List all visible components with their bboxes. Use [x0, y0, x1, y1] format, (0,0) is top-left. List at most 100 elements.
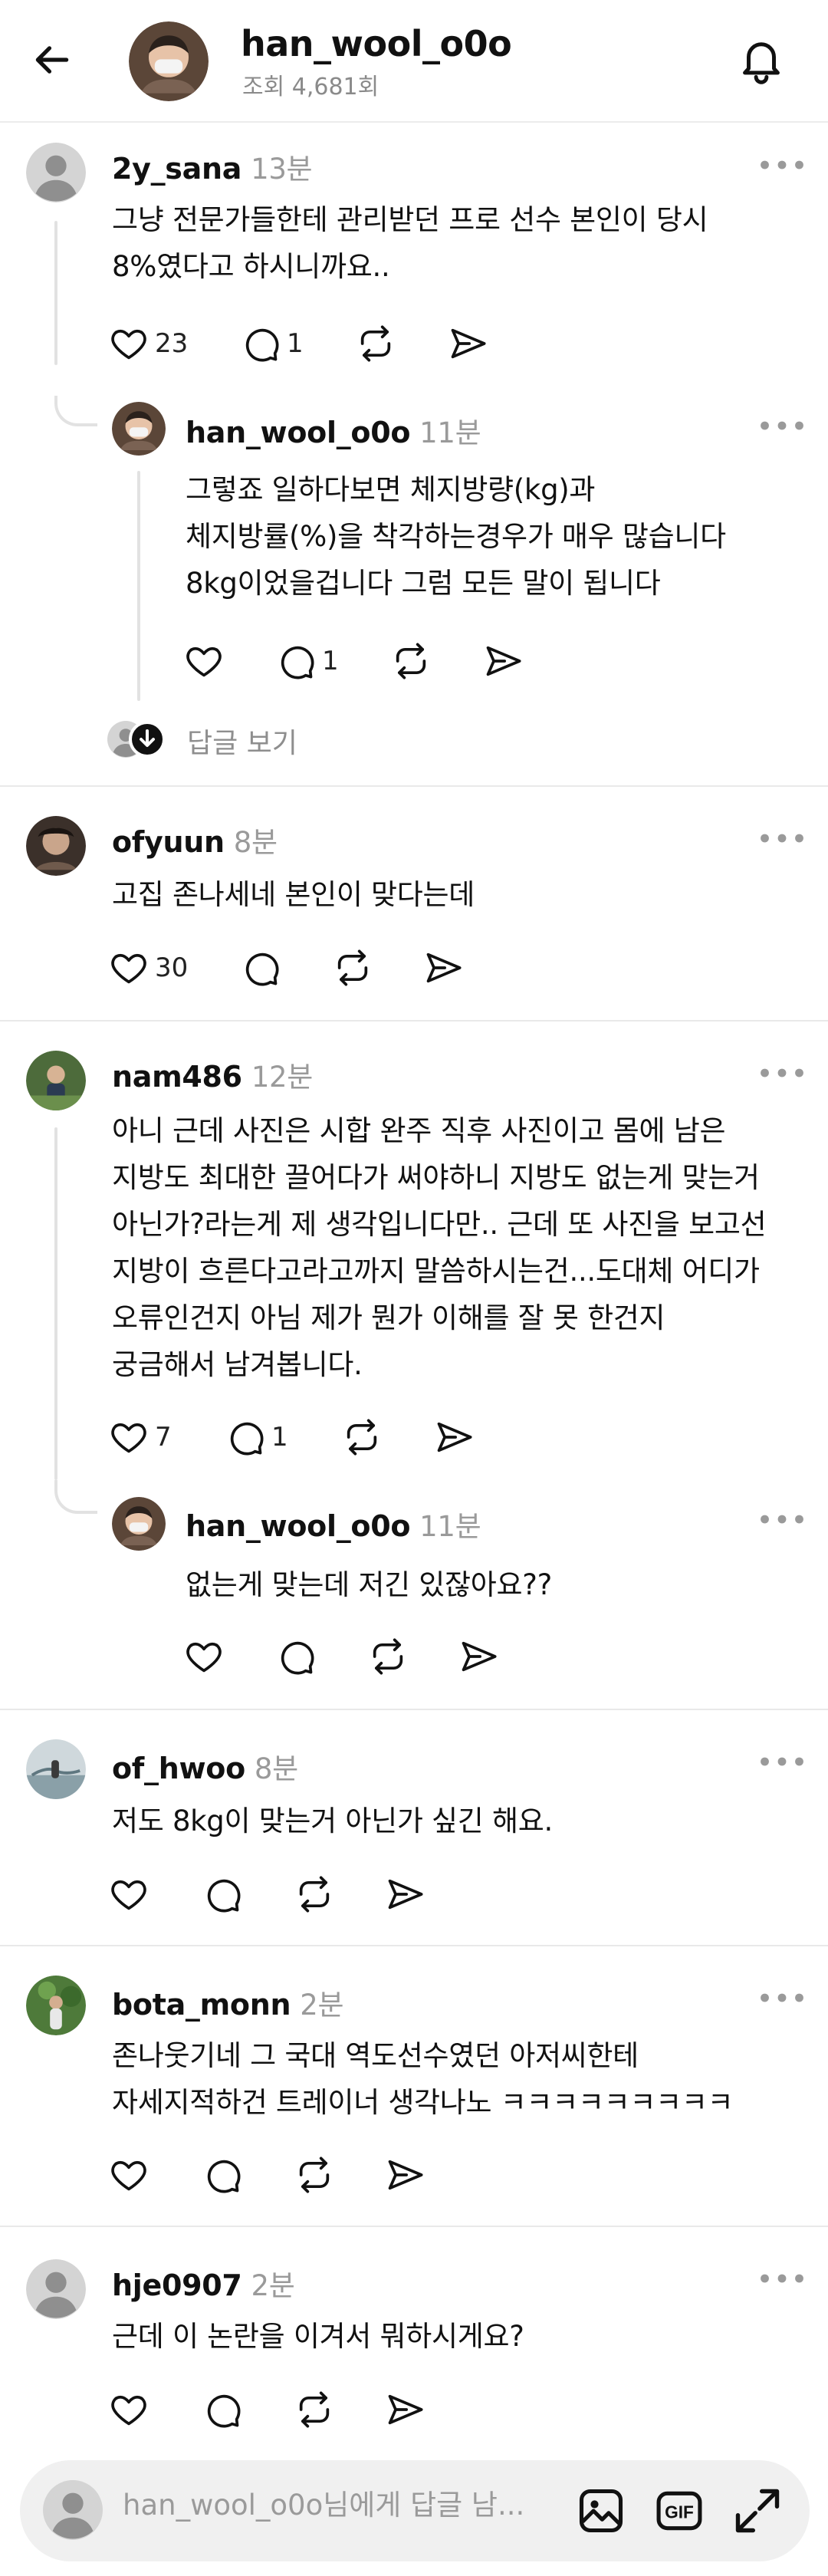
- like-button[interactable]: 23: [109, 321, 188, 367]
- reply-count: 1: [271, 1422, 288, 1452]
- share-button[interactable]: [385, 1871, 425, 1917]
- like-button[interactable]: [184, 638, 230, 684]
- like-button[interactable]: [184, 1633, 224, 1679]
- arrow-down-badge-icon: [129, 721, 166, 758]
- gif-icon: GIF: [656, 2491, 702, 2531]
- like-button[interactable]: 7: [109, 1414, 172, 1460]
- comment-username[interactable]: nam486 12분: [112, 1054, 313, 1095]
- default-avatar-icon: [43, 2480, 103, 2540]
- repost-icon: [294, 2390, 334, 2430]
- comment-icon: [276, 1637, 316, 1676]
- share-button[interactable]: [458, 1633, 498, 1679]
- image-button[interactable]: [575, 2485, 627, 2537]
- reply-button[interactable]: 1: [276, 638, 339, 684]
- reply-username[interactable]: han_wool_o0o 11분: [186, 1503, 481, 1545]
- comment-icon: [241, 324, 281, 364]
- repost-button[interactable]: [342, 1414, 382, 1460]
- comment-icon: [202, 2155, 242, 2195]
- comment-text: 아니 근데 사진은 시합 완주 직후 사진이고 몸에 남은 지방도 최대한 끌어…: [112, 1114, 767, 1381]
- reply-button[interactable]: [202, 1871, 242, 1917]
- reply-button[interactable]: [241, 945, 281, 991]
- comment-text: 고집 존나세네 본인이 맞다는데: [112, 878, 475, 911]
- repost-button[interactable]: [294, 2387, 334, 2433]
- comment-username[interactable]: bota_monn 2분: [112, 1982, 344, 2023]
- heart-icon: [184, 641, 224, 681]
- header-username[interactable]: han_wool_o0o: [241, 23, 512, 64]
- reply-count: 1: [322, 646, 339, 676]
- heart-icon: [109, 1874, 149, 1914]
- repost-button[interactable]: [333, 945, 373, 991]
- like-count: 7: [155, 1422, 172, 1452]
- avatar[interactable]: [26, 816, 86, 876]
- reply-button[interactable]: 1: [225, 1414, 288, 1460]
- reply-time: 11분: [419, 1510, 481, 1543]
- share-button[interactable]: [434, 1414, 474, 1460]
- reply-input[interactable]: han_wool_o0o님에게 답글 남...: [123, 2482, 524, 2523]
- divider: [0, 785, 828, 787]
- reply-button[interactable]: [276, 1633, 316, 1679]
- repost-button[interactable]: [356, 321, 396, 367]
- back-button[interactable]: [31, 31, 98, 92]
- comment-username[interactable]: of_hwoo 8분: [112, 1745, 298, 1787]
- notification-button[interactable]: [736, 28, 797, 94]
- comment-username[interactable]: ofyuun 8분: [112, 819, 278, 860]
- comment-text: 존나웃기네 그 국대 역도선수였던 아저씨한테 자세지적하건 트레이너 생각나노…: [112, 2039, 734, 2119]
- reply-username[interactable]: han_wool_o0o 11분: [186, 410, 481, 451]
- thread-line: [137, 471, 140, 701]
- comment-text: 근데 이 논란을 이겨서 뭐하시게요?: [112, 2320, 524, 2353]
- reply-count: 1: [287, 328, 304, 359]
- back-arrow-icon: [35, 46, 69, 74]
- gif-button[interactable]: GIF: [653, 2485, 705, 2537]
- like-button[interactable]: [109, 2152, 149, 2198]
- header-avatar[interactable]: [129, 21, 209, 101]
- share-button[interactable]: [448, 321, 488, 367]
- more-icon[interactable]: [759, 414, 805, 437]
- view-replies-link[interactable]: 답글 보기: [187, 721, 297, 761]
- reply-avatar[interactable]: [112, 1497, 166, 1551]
- more-icon[interactable]: [759, 1508, 805, 1531]
- like-button[interactable]: [109, 1871, 149, 1917]
- repost-button[interactable]: [294, 2152, 334, 2198]
- comment-time: 12분: [251, 1061, 314, 1094]
- like-button[interactable]: [109, 2387, 149, 2433]
- view-replies-avatars[interactable]: [107, 721, 169, 758]
- heart-icon: [109, 1417, 149, 1457]
- more-icon[interactable]: [759, 153, 805, 176]
- reply-button[interactable]: [202, 2387, 242, 2433]
- repost-button[interactable]: [391, 638, 431, 684]
- like-button[interactable]: 30: [109, 945, 188, 991]
- avatar[interactable]: [26, 143, 86, 202]
- svg-text:GIF: GIF: [665, 2502, 694, 2522]
- share-icon: [483, 641, 523, 681]
- reply-button[interactable]: 1: [241, 321, 304, 367]
- repost-button[interactable]: [294, 1871, 334, 1917]
- reply-button[interactable]: [202, 2152, 242, 2198]
- more-icon[interactable]: [759, 1986, 805, 2009]
- heart-icon: [184, 1637, 224, 1676]
- comment-icon: [276, 641, 316, 681]
- repost-button[interactable]: [368, 1633, 408, 1679]
- heart-icon: [109, 948, 149, 988]
- share-button[interactable]: [483, 638, 523, 684]
- default-avatar-icon: [26, 143, 86, 202]
- more-icon[interactable]: [759, 1061, 805, 1084]
- share-button[interactable]: [385, 2152, 425, 2198]
- heart-icon: [109, 2390, 149, 2430]
- avatar[interactable]: [26, 1976, 86, 2035]
- comment-username[interactable]: hje0907 2분: [112, 2262, 295, 2304]
- share-button[interactable]: [385, 2387, 425, 2433]
- reply-text: 없는게 맞는데 저긴 있잖아요??: [186, 1568, 552, 1601]
- avatar[interactable]: [26, 1739, 86, 1799]
- comment-username[interactable]: 2y_sana 13분: [112, 146, 313, 187]
- expand-button[interactable]: [731, 2485, 784, 2537]
- share-button[interactable]: [423, 945, 463, 991]
- repost-icon: [294, 2155, 334, 2195]
- divider: [0, 2226, 828, 2227]
- avatar[interactable]: [26, 1051, 86, 1110]
- reply-avatar[interactable]: [112, 402, 166, 456]
- more-icon[interactable]: [759, 1750, 805, 1773]
- more-icon[interactable]: [759, 827, 805, 850]
- repost-icon: [294, 1874, 334, 1914]
- more-icon[interactable]: [759, 2267, 805, 2290]
- avatar[interactable]: [26, 2259, 86, 2319]
